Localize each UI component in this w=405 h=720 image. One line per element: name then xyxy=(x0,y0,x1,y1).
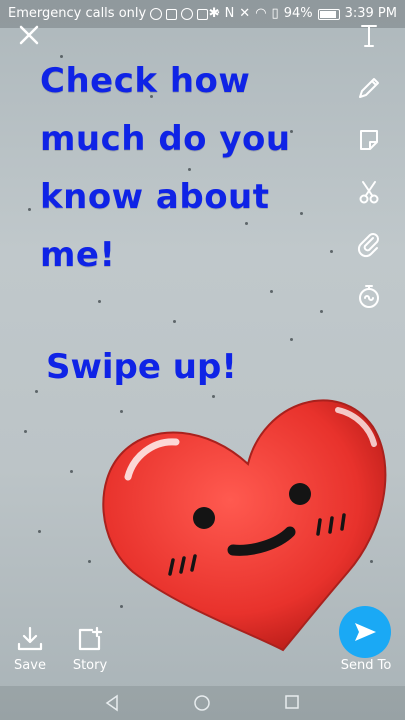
battery-percent: 94% xyxy=(283,6,313,21)
caption-line: me! xyxy=(40,235,116,275)
send-arrow-icon xyxy=(355,623,376,641)
navigation-bar xyxy=(0,686,405,720)
nfc-icon: N xyxy=(224,6,235,21)
mute-icon: ✕ xyxy=(239,6,251,21)
paperclip-icon[interactable] xyxy=(355,230,383,258)
sticker-icon[interactable] xyxy=(355,126,383,154)
add-story-icon xyxy=(78,626,103,651)
send-button[interactable] xyxy=(339,606,391,658)
bluetooth-icon: ✱ xyxy=(208,6,220,21)
download-icon xyxy=(17,626,43,651)
close-icon[interactable] xyxy=(16,22,42,48)
wifi-icon: ◠ xyxy=(255,6,267,21)
save-button[interactable]: Save xyxy=(12,626,48,673)
heart-sticker[interactable] xyxy=(98,382,388,654)
chrome-icon xyxy=(181,8,194,20)
snap-caption[interactable]: Check how much do you know about me! xyxy=(40,52,340,284)
timer-icon[interactable] xyxy=(355,282,383,310)
send-to-label: Send To xyxy=(340,658,392,673)
story-button[interactable]: Story xyxy=(70,626,110,673)
story-label: Story xyxy=(72,658,108,673)
save-label: Save xyxy=(14,658,46,673)
battery-icon xyxy=(317,8,340,20)
back-icon[interactable] xyxy=(104,694,120,712)
status-bar: Emergency calls only ·· ✱ N ✕ ◠ ▯ 94% 3:… xyxy=(0,0,405,28)
caption-line: know about xyxy=(40,177,270,217)
caption-line: Check how xyxy=(40,61,251,101)
signal-icon: ▯ xyxy=(271,6,279,21)
caption-line: much do you xyxy=(40,119,291,159)
text-icon[interactable] xyxy=(355,22,383,50)
notification-icon xyxy=(197,8,209,20)
scissors-icon[interactable] xyxy=(355,178,383,206)
pencil-icon[interactable] xyxy=(355,74,383,102)
instagram-icon xyxy=(166,8,178,20)
notification-icon xyxy=(150,8,163,20)
home-icon[interactable] xyxy=(193,694,211,712)
recents-icon[interactable] xyxy=(284,694,300,710)
